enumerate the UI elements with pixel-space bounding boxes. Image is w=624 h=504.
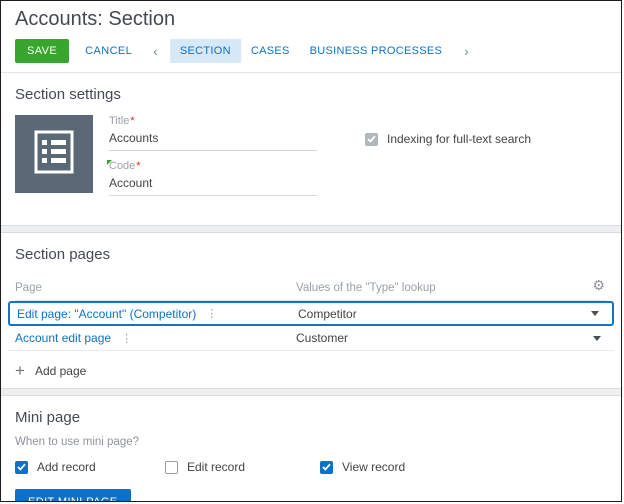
type-value: Competitor [298, 306, 357, 321]
panel-separator [1, 225, 621, 233]
title-field: Title* Accounts [109, 115, 317, 151]
tab-cases[interactable]: CASES [241, 39, 300, 63]
tab-business-processes[interactable]: BUSINESS PROCESSES [300, 39, 453, 63]
edit-record-label: Edit record [187, 460, 246, 474]
settings-gear-icon[interactable]: ⚙ [592, 278, 605, 292]
settings-fields: Title* Accounts Code* Account [107, 115, 317, 205]
panel-separator [1, 388, 621, 396]
title-field-label: Title [109, 115, 130, 127]
column-header-page: Page [15, 281, 42, 294]
mini-page-options: Add record Edit record View record [15, 460, 607, 474]
tab-bar: ‹ SECTION CASES BUSINESS PROCESSES › [141, 39, 481, 63]
page-link[interactable]: Account edit page [15, 331, 111, 345]
table-header: Page Values of the "Type" lookup ⚙ [15, 275, 607, 301]
window: Accounts: Section SAVE CANCEL ‹ SECTION … [0, 0, 622, 502]
view-record-label: View record [342, 460, 406, 474]
page-link[interactable]: Edit page: "Account" (Competitor) [17, 307, 196, 321]
check-icon [367, 135, 376, 143]
section-pages-panel: Section pages Page Values of the "Type" … [1, 233, 621, 388]
check-icon [322, 463, 331, 471]
add-page-label: Add page [34, 364, 87, 378]
section-icon [15, 115, 93, 193]
tab-section[interactable]: SECTION [169, 39, 241, 63]
code-field: Code* Account [107, 160, 317, 196]
type-value: Customer [296, 331, 349, 345]
page-header: Accounts: Section SAVE CANCEL ‹ SECTION … [1, 1, 621, 65]
fulltext-option: Indexing for full-text search [365, 132, 531, 146]
page-row-selected[interactable]: Edit page: "Account" (Competitor) ⋮ Comp… [8, 301, 614, 326]
cancel-button[interactable]: CANCEL [83, 39, 134, 63]
required-marker: * [130, 115, 135, 127]
list-icon [33, 129, 75, 180]
page-row[interactable]: Account edit page ⋮ Customer [8, 326, 614, 351]
fulltext-checkbox[interactable] [365, 132, 378, 146]
required-marker: * [136, 160, 141, 172]
view-record-checkbox[interactable] [320, 460, 333, 474]
toolbar: SAVE CANCEL ‹ SECTION CASES BUSINESS PRO… [15, 37, 607, 65]
edit-mini-page-button[interactable]: EDIT MINI PAGE [15, 489, 131, 501]
plus-icon: + [15, 361, 25, 380]
section-settings-panel: Section settings Title* Accounts Code* A… [1, 73, 621, 225]
chevron-down-icon[interactable] [591, 311, 599, 316]
type-dropdown[interactable]: Customer [296, 331, 607, 345]
fulltext-label: Indexing for full-text search [387, 132, 532, 146]
code-field-value[interactable]: Account [109, 172, 317, 196]
add-page-button[interactable]: + Add page [15, 361, 607, 380]
chevron-down-icon[interactable] [593, 335, 601, 341]
tabs-next-icon[interactable]: › [452, 44, 481, 58]
mini-page-heading: Mini page [15, 409, 81, 426]
option-view-record: View record [320, 460, 405, 474]
edit-record-checkbox[interactable] [165, 460, 178, 474]
section-settings-heading: Section settings [15, 86, 121, 103]
save-button[interactable]: SAVE [15, 39, 70, 63]
column-header-type: Values of the "Type" lookup [296, 281, 436, 294]
check-icon [17, 463, 26, 471]
mini-page-question: When to use mini page? [15, 436, 140, 448]
kebab-icon[interactable]: ⋮ [121, 332, 132, 345]
add-record-checkbox[interactable] [15, 460, 28, 474]
type-dropdown[interactable]: Competitor [298, 307, 605, 321]
page-title: Accounts: Section [15, 8, 176, 30]
section-pages-heading: Section pages [15, 246, 111, 263]
kebab-icon[interactable]: ⋮ [206, 307, 217, 320]
modified-marker-icon [107, 160, 112, 165]
tabs-prev-icon[interactable]: ‹ [141, 44, 170, 58]
option-edit-record: Edit record [165, 460, 320, 474]
option-add-record: Add record [15, 460, 165, 474]
title-field-value[interactable]: Accounts [109, 127, 317, 151]
mini-page-panel: Mini page When to use mini page? Add rec… [1, 396, 621, 501]
add-record-label: Add record [37, 460, 96, 474]
code-field-label: Code [107, 160, 136, 172]
